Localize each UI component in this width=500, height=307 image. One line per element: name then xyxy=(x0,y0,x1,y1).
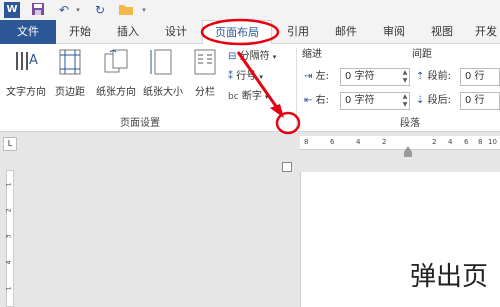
overlay-caption: 弹出页 xyxy=(410,262,489,292)
annotation-arrow xyxy=(236,51,282,113)
highlight-circle-tab xyxy=(200,18,280,46)
highlight-circle-launcher xyxy=(275,111,301,135)
